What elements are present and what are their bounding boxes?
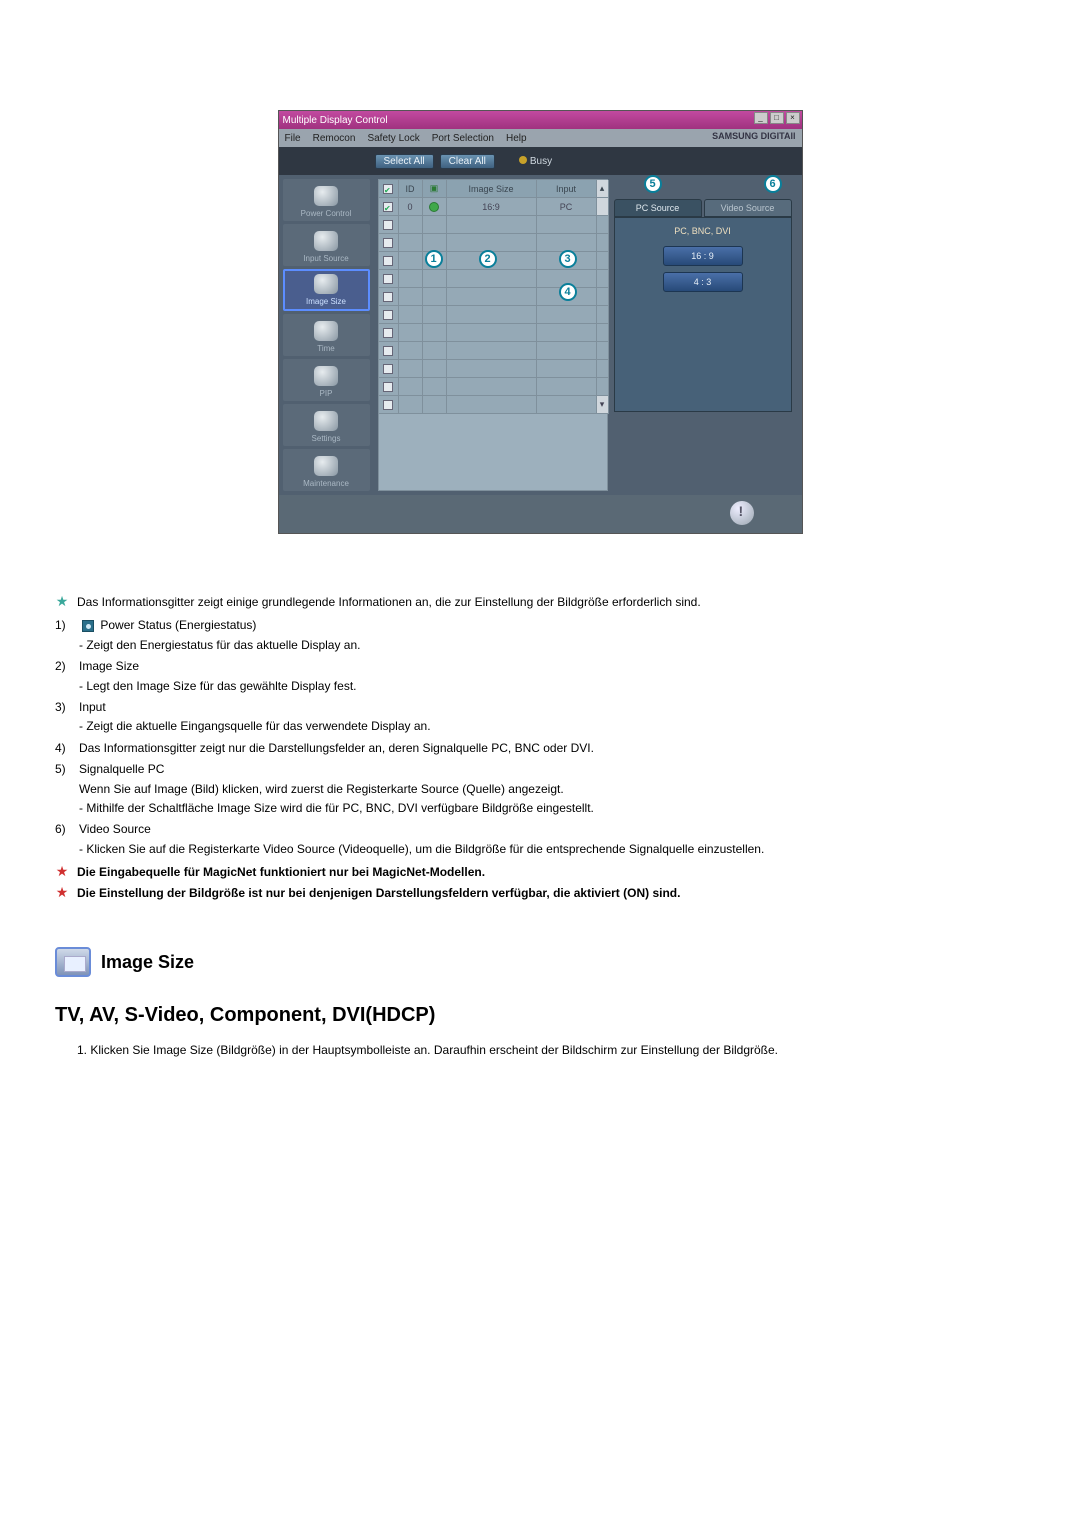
- table-row: [379, 216, 607, 234]
- power-status-icon: [82, 620, 94, 632]
- menu-remocon[interactable]: Remocon: [307, 133, 362, 144]
- center-pane: ID ▣ Image Size Input ▴ 0 16:9 PC: [374, 175, 802, 495]
- close-button[interactable]: ×: [786, 112, 800, 124]
- table-row: ▾: [379, 396, 607, 414]
- footnote-1: ★ Die Eingabequelle für MagicNet funktio…: [55, 864, 1025, 881]
- menubar: File Remocon Safety Lock Port Selection …: [279, 129, 802, 147]
- sidebar-item-time[interactable]: Time: [283, 314, 370, 356]
- section-title: Image Size: [101, 949, 194, 975]
- row-checkbox[interactable]: [383, 202, 393, 212]
- scrollbar-track[interactable]: [597, 198, 609, 216]
- star-icon: ★: [55, 594, 69, 611]
- list-item-4: 4) Das Informationsgitter zeigt nur die …: [55, 740, 1025, 757]
- sub-heading: TV, AV, S-Video, Component, DVI(HDCP): [55, 1001, 1025, 1030]
- right-panel: PC, BNC, DVI 16 : 9 4 : 3: [614, 217, 792, 412]
- app-body: Power Control Input Source Image Size Ti…: [279, 175, 802, 495]
- right-pane: 5 6 PC Source Video Source PC, BNC, DVI …: [614, 179, 792, 491]
- app-window: Multiple Display Control _ □ × File Remo…: [278, 110, 803, 534]
- image-size-icon: [314, 274, 338, 294]
- window-title: Multiple Display Control: [283, 115, 388, 126]
- sidebar-item-image-size[interactable]: Image Size: [283, 269, 370, 311]
- list-item-2: 2) Image Size - Legt den Image Size für …: [55, 658, 1025, 695]
- minimize-button[interactable]: _: [754, 112, 768, 124]
- tab-video-source[interactable]: Video Source: [704, 199, 792, 217]
- list-item-1: 1) Power Status (Energiestatus) - Zeigt …: [55, 617, 1025, 654]
- sidebar-item-input-source[interactable]: Input Source: [283, 224, 370, 266]
- hdr-image-size: Image Size: [447, 180, 537, 198]
- callout-1: 1: [425, 250, 443, 268]
- ratio-16-9-button[interactable]: 16 : 9: [663, 246, 743, 266]
- table-row: [379, 342, 607, 360]
- callout-2: 2: [479, 250, 497, 268]
- status-area: [279, 495, 802, 533]
- callout-3: 3: [559, 250, 577, 268]
- hdr-check: [379, 180, 399, 198]
- grid: ID ▣ Image Size Input ▴ 0 16:9 PC: [378, 179, 608, 491]
- titlebar: Multiple Display Control _ □ ×: [279, 111, 802, 129]
- toolbar: Select All Clear All Busy: [279, 147, 802, 175]
- brand-label: SAMSUNG DIGITAll: [712, 131, 795, 141]
- sidebar-item-power-control[interactable]: Power Control: [283, 179, 370, 221]
- menu-port-selection[interactable]: Port Selection: [426, 133, 500, 144]
- list-item-5: 5) Signalquelle PC Wenn Sie auf Image (B…: [55, 761, 1025, 817]
- scrollbar-up[interactable]: ▴: [597, 180, 609, 198]
- input-source-icon: [314, 231, 338, 251]
- star-icon: ★: [55, 885, 69, 902]
- busy-indicator: Busy: [519, 156, 552, 167]
- grid-header: ID ▣ Image Size Input ▴: [379, 180, 607, 198]
- clear-all-button[interactable]: Clear All: [440, 154, 495, 169]
- table-row: [379, 324, 607, 342]
- power-dot-icon: [429, 202, 439, 212]
- sys-buttons: _ □ ×: [754, 112, 800, 124]
- hdr-id: ID: [399, 180, 423, 198]
- pip-icon: [314, 366, 338, 386]
- intro-note: ★ Das Informationsgitter zeigt einige gr…: [55, 594, 1025, 611]
- callout-5: 5: [644, 175, 662, 193]
- sidebar-item-maintenance[interactable]: Maintenance: [283, 449, 370, 491]
- tab-pc-source[interactable]: PC Source: [614, 199, 702, 217]
- section-heading: Image Size: [55, 947, 1025, 977]
- hdr-status: ▣: [423, 180, 447, 198]
- callout-4: 4: [559, 283, 577, 301]
- table-row[interactable]: 0 16:9 PC: [379, 198, 607, 216]
- select-all-button[interactable]: Select All: [375, 154, 434, 169]
- maximize-button[interactable]: □: [770, 112, 784, 124]
- list-item: 1. Klicken Sie Image Size (Bildgröße) in…: [77, 1042, 1025, 1059]
- table-row: [379, 306, 607, 324]
- callout-6: 6: [764, 175, 782, 193]
- menu-safety-lock[interactable]: Safety Lock: [361, 133, 425, 144]
- star-icon: ★: [55, 864, 69, 881]
- sidebar-item-settings[interactable]: Settings: [283, 404, 370, 446]
- gear-icon: [314, 411, 338, 431]
- sidebar-item-pip[interactable]: PIP: [283, 359, 370, 401]
- panel-label: PC, BNC, DVI: [615, 226, 791, 236]
- list-item-6: 6) Video Source - Klicken Sie auf die Re…: [55, 821, 1025, 858]
- image-size-section-icon: [55, 947, 91, 977]
- source-tabs: PC Source Video Source: [614, 199, 792, 217]
- sidebar: Power Control Input Source Image Size Ti…: [279, 175, 374, 495]
- time-icon: [314, 321, 338, 341]
- document-body: ★ Das Informationsgitter zeigt einige gr…: [55, 594, 1025, 1059]
- footnote-2: ★ Die Einstellung der Bildgröße ist nur …: [55, 885, 1025, 902]
- ratio-4-3-button[interactable]: 4 : 3: [663, 272, 743, 292]
- table-row: [379, 378, 607, 396]
- scrollbar-down[interactable]: ▾: [597, 396, 609, 414]
- maintenance-icon: [314, 456, 338, 476]
- hdr-input: Input: [537, 180, 597, 198]
- menu-help[interactable]: Help: [500, 133, 533, 144]
- power-icon: [314, 186, 338, 206]
- table-row: [379, 234, 607, 252]
- menu-file[interactable]: File: [279, 133, 307, 144]
- ordered-list: 1. Klicken Sie Image Size (Bildgröße) in…: [55, 1042, 1025, 1059]
- alert-icon: [730, 501, 754, 525]
- list-item-3: 3) Input - Zeigt die aktuelle Eingangsqu…: [55, 699, 1025, 736]
- table-row: [379, 360, 607, 378]
